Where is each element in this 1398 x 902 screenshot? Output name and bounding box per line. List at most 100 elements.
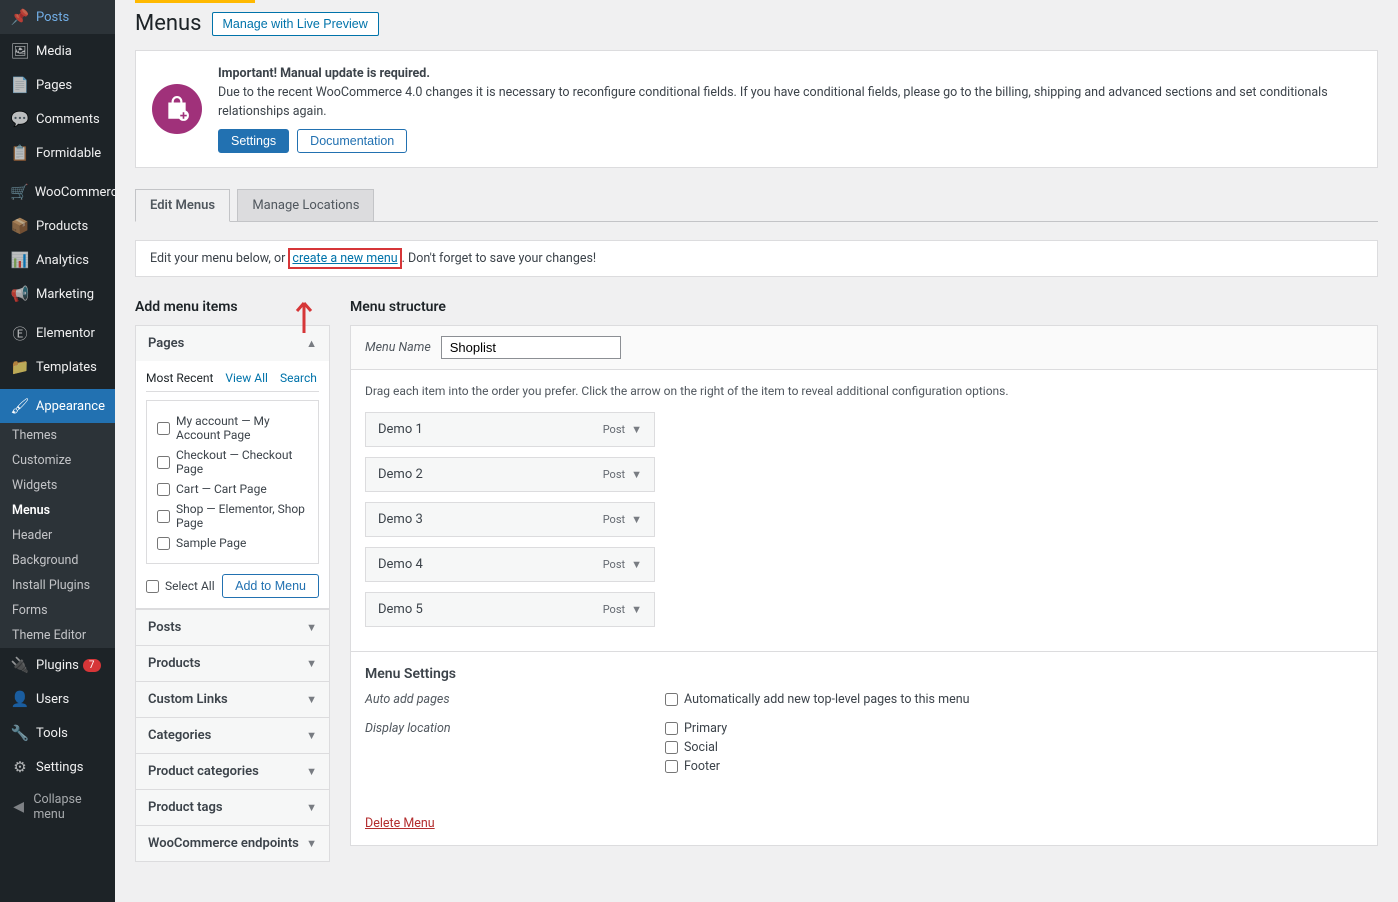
submenu-theme-editor[interactable]: Theme Editor bbox=[0, 623, 115, 648]
menu-item-label: Demo 4 bbox=[378, 557, 423, 572]
live-preview-button[interactable]: Manage with Live Preview bbox=[212, 12, 379, 36]
submenu-forms[interactable]: Forms bbox=[0, 598, 115, 623]
documentation-button[interactable]: Documentation bbox=[297, 129, 407, 153]
location-primary[interactable]: Primary bbox=[665, 721, 727, 736]
panel-pages-head[interactable]: Pages ▲ bbox=[136, 326, 329, 361]
sidebar-label: Templates bbox=[36, 360, 97, 375]
panel-head[interactable]: Product tags▼ bbox=[136, 790, 329, 825]
location-label: Social bbox=[684, 740, 718, 755]
location-checkbox[interactable] bbox=[665, 722, 678, 735]
panel-head[interactable]: Posts ▼ bbox=[136, 610, 329, 645]
page-checkbox[interactable] bbox=[157, 422, 170, 435]
sidebar-item-templates[interactable]: 📁Templates bbox=[0, 350, 115, 384]
page-item[interactable]: Shop — Elementor, Shop Page bbox=[157, 499, 308, 533]
sidebar-item-marketing[interactable]: 📢Marketing bbox=[0, 277, 115, 311]
info-before: Edit your menu below, or bbox=[150, 251, 288, 266]
page-item[interactable]: Sample Page bbox=[157, 533, 308, 553]
auto-add-label: Auto add pages bbox=[365, 692, 665, 711]
tools-icon: 🔧 bbox=[10, 723, 30, 743]
submenu-widgets[interactable]: Widgets bbox=[0, 473, 115, 498]
submenu-menus[interactable]: Menus bbox=[0, 498, 115, 523]
settings-button[interactable]: Settings bbox=[218, 129, 289, 153]
admin-sidebar: 📌Posts🖼Media 📄 Pages 💬Comments📋Formidable 🛒W… bbox=[0, 0, 115, 902]
page-checkbox[interactable] bbox=[157, 537, 170, 550]
add-items-title: Add menu items bbox=[135, 299, 330, 315]
caret-down-icon: ▼ bbox=[306, 801, 317, 814]
caret-down-icon: ▼ bbox=[306, 657, 317, 670]
page-checkbox[interactable] bbox=[157, 456, 170, 469]
sidebar-label: Products bbox=[36, 219, 88, 234]
page-item[interactable]: Checkout — Checkout Page bbox=[157, 445, 308, 479]
add-to-menu-button[interactable]: Add to Menu bbox=[222, 574, 319, 598]
sidebar-item-analytics[interactable]: 📊Analytics bbox=[0, 243, 115, 277]
sidebar-item-formidable[interactable]: 📋Formidable bbox=[0, 136, 115, 170]
submenu-customize[interactable]: Customize bbox=[0, 448, 115, 473]
sidebar-item-posts[interactable]: 📌Posts bbox=[0, 0, 115, 34]
collapse-menu[interactable]: ◀ Collapse menu bbox=[0, 784, 115, 830]
menu-item-label: Demo 5 bbox=[378, 602, 423, 617]
menu-name-label: Menu Name bbox=[365, 340, 431, 355]
select-all[interactable]: Select All bbox=[146, 579, 215, 593]
location-footer[interactable]: Footer bbox=[665, 759, 727, 774]
tab-edit-menus[interactable]: Edit Menus bbox=[135, 189, 230, 222]
menu-item-box[interactable]: Demo 4Post▼ bbox=[365, 547, 655, 582]
sidebar-item-users[interactable]: 👤Users bbox=[0, 682, 115, 716]
panel-label: Product categories bbox=[148, 764, 259, 779]
sidebar-item-plugins[interactable]: 🔌Plugins7 bbox=[0, 648, 115, 682]
sidebar-label: Pages bbox=[36, 78, 72, 93]
panel-product-categories: Product categories▼ bbox=[135, 754, 330, 790]
tab-manage-locations[interactable]: Manage Locations bbox=[237, 189, 374, 221]
menu-item-box[interactable]: Demo 2Post▼ bbox=[365, 457, 655, 492]
create-new-menu-link[interactable]: create a new menu bbox=[288, 248, 401, 269]
page-item-label: Cart — Cart Page bbox=[176, 482, 267, 496]
location-social[interactable]: Social bbox=[665, 740, 727, 755]
menu-item-type: Post bbox=[603, 558, 625, 571]
page-item[interactable]: My account — My Account Page bbox=[157, 411, 308, 445]
sidebar-item-appearance[interactable]: 🖌Appearance bbox=[0, 389, 115, 423]
mini-tab-view-all[interactable]: View All bbox=[225, 371, 268, 385]
delete-menu-link[interactable]: Delete Menu bbox=[351, 802, 449, 845]
panel-label: Posts bbox=[148, 620, 181, 635]
panel-head[interactable]: Product categories▼ bbox=[136, 754, 329, 789]
menu-name-input[interactable] bbox=[441, 336, 621, 359]
page-item[interactable]: Cart — Cart Page bbox=[157, 479, 308, 499]
sidebar-item-products[interactable]: 📦Products bbox=[0, 209, 115, 243]
appearance-icon: 🖌 bbox=[10, 396, 30, 416]
mini-tab-search[interactable]: Search bbox=[280, 371, 317, 385]
menu-item-box[interactable]: Demo 3Post▼ bbox=[365, 502, 655, 537]
location-checkbox[interactable] bbox=[665, 741, 678, 754]
mini-tab-most-recent[interactable]: Most Recent bbox=[146, 371, 213, 385]
location-label: Primary bbox=[684, 721, 727, 736]
submenu-themes[interactable]: Themes bbox=[0, 423, 115, 448]
plugins-icon: 🔌 bbox=[10, 655, 30, 675]
page-checkbox[interactable] bbox=[157, 510, 170, 523]
sidebar-item-elementor[interactable]: ⒺElementor bbox=[0, 316, 115, 350]
location-checkbox[interactable] bbox=[665, 760, 678, 773]
page-checkbox[interactable] bbox=[157, 483, 170, 496]
sidebar-item-woocommerce[interactable]: 🛒WooCommerce bbox=[0, 175, 115, 209]
submenu-background[interactable]: Background bbox=[0, 548, 115, 573]
notice-strong: Important! Manual update is required. bbox=[218, 66, 430, 81]
panel-custom-links: Custom Links▼ bbox=[135, 682, 330, 718]
auto-add-option[interactable]: Automatically add new top-level pages to… bbox=[665, 692, 970, 707]
location-label: Footer bbox=[684, 759, 720, 774]
sidebar-label: Comments bbox=[36, 112, 100, 127]
sidebar-item-settings[interactable]: ⚙Settings bbox=[0, 750, 115, 784]
sidebar-item-media[interactable]: 🖼Media bbox=[0, 34, 115, 68]
page-icon: 📄 bbox=[10, 75, 30, 95]
panel-head[interactable]: WooCommerce endpoints▼ bbox=[136, 826, 329, 861]
panel-head[interactable]: Products ▼ bbox=[136, 646, 329, 681]
menu-item-box[interactable]: Demo 1Post▼ bbox=[365, 412, 655, 447]
caret-down-icon: ▼ bbox=[306, 621, 317, 634]
submenu-header[interactable]: Header bbox=[0, 523, 115, 548]
sidebar-item-tools[interactable]: 🔧Tools bbox=[0, 716, 115, 750]
menu-item-box[interactable]: Demo 5Post▼ bbox=[365, 592, 655, 627]
select-all-checkbox[interactable] bbox=[146, 580, 159, 593]
submenu-install-plugins[interactable]: Install Plugins bbox=[0, 573, 115, 598]
panel-label: Products bbox=[148, 656, 201, 671]
sidebar-item-pages[interactable]: 📄 Pages bbox=[0, 68, 115, 102]
menu-item-type: Post bbox=[603, 513, 625, 526]
sidebar-item-comments[interactable]: 💬Comments bbox=[0, 102, 115, 136]
panel-head[interactable]: Custom Links▼ bbox=[136, 682, 329, 717]
auto-add-checkbox[interactable] bbox=[665, 693, 678, 706]
